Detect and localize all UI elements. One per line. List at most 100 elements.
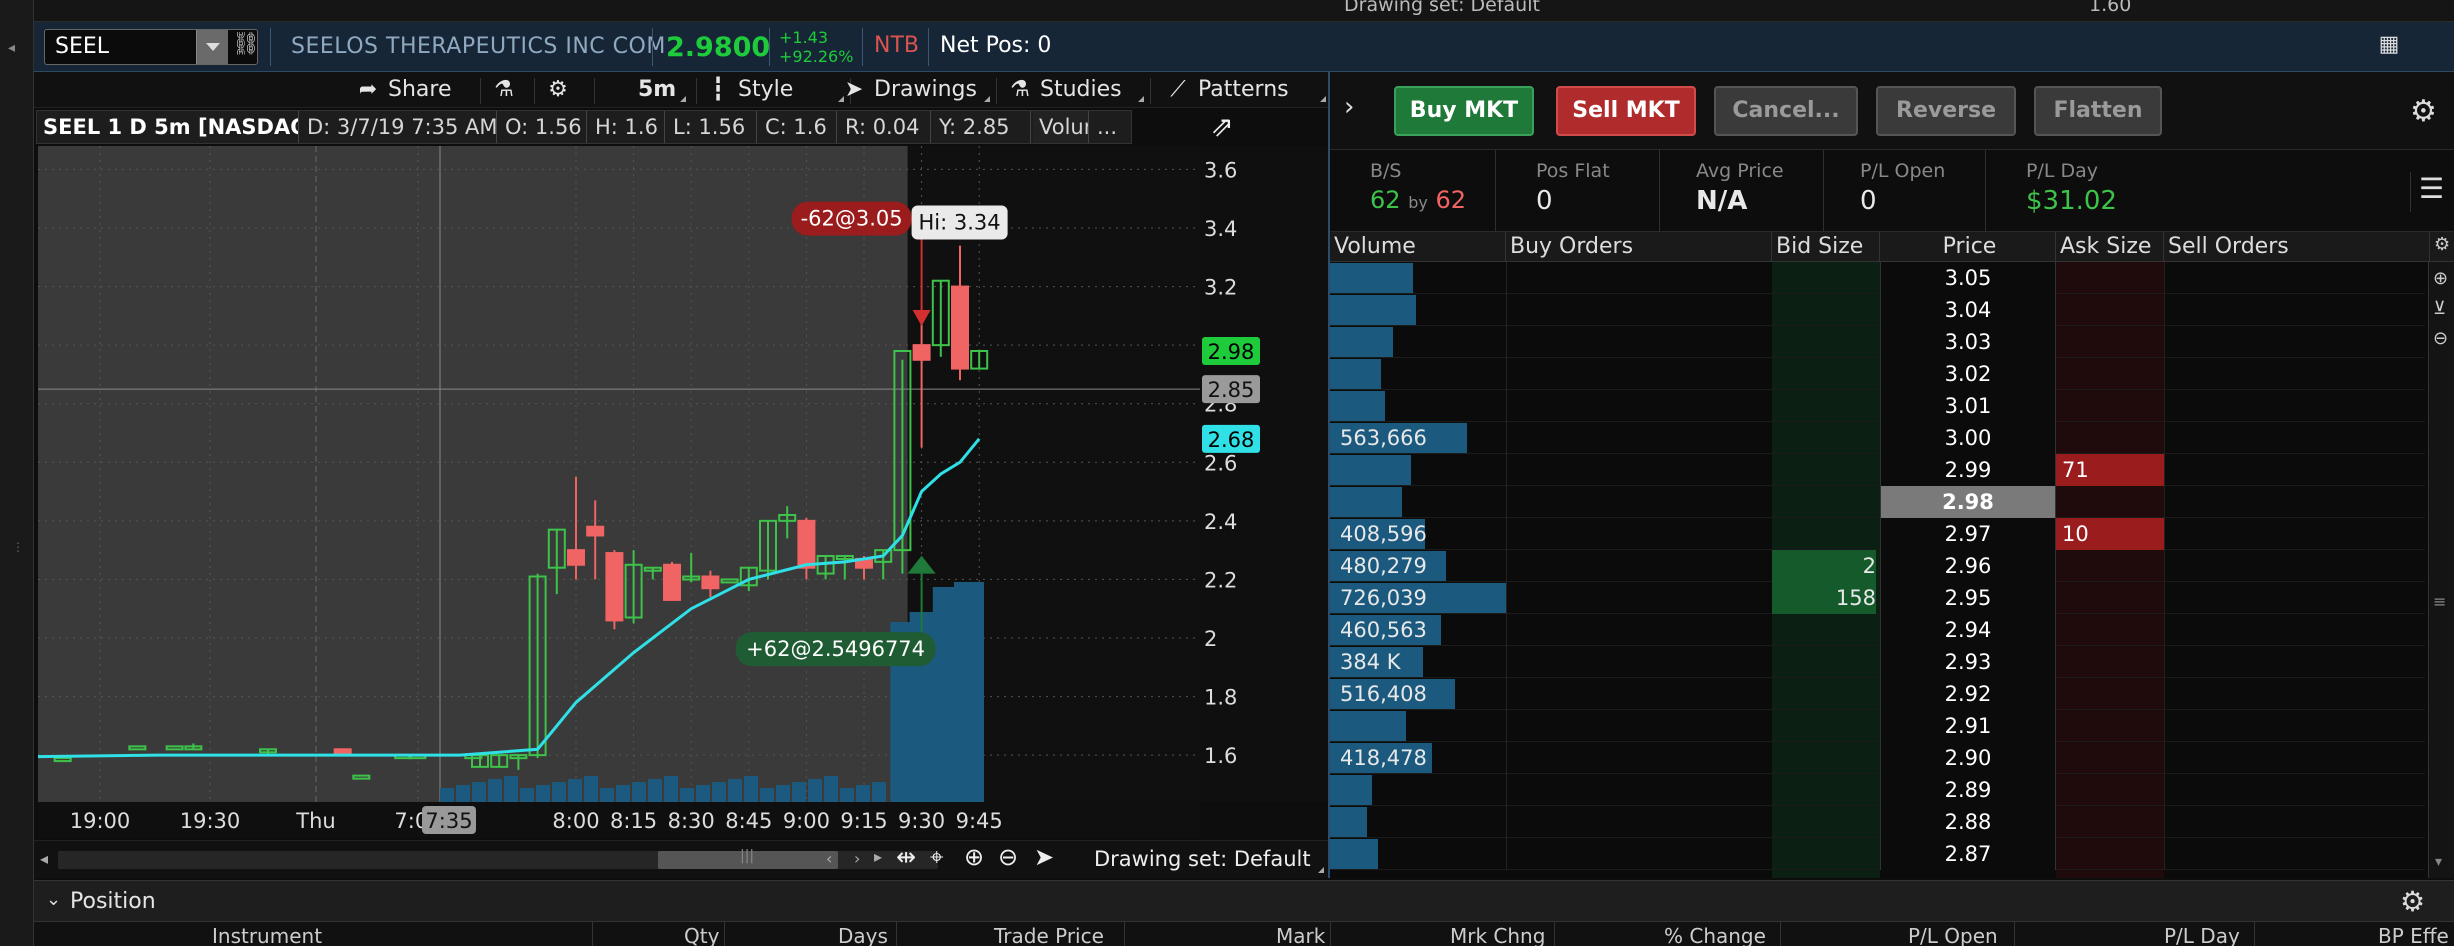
bid-size-cell[interactable]: [1772, 486, 1876, 518]
buy-orders-cell[interactable]: [1506, 550, 1772, 582]
col-bp-effect[interactable]: BP Effe: [2378, 924, 2449, 946]
scroll-left-icon[interactable]: ◂: [40, 849, 48, 868]
gear-icon[interactable]: ⚙: [2410, 94, 2437, 129]
sell-orders-cell[interactable]: [2164, 646, 2426, 678]
ask-size-cell[interactable]: [2056, 742, 2164, 774]
col-volume[interactable]: Volume: [1330, 232, 1506, 262]
buy-orders-cell[interactable]: [1506, 774, 1772, 806]
sell-orders-cell[interactable]: [2164, 262, 2426, 294]
price-cell[interactable]: 3.05: [1880, 262, 2056, 294]
chart-scrollbar[interactable]: |||: [58, 848, 938, 869]
ask-size-cell[interactable]: [2056, 838, 2164, 870]
buy-orders-cell[interactable]: [1506, 358, 1772, 390]
price-cell[interactable]: 3.03: [1880, 326, 2056, 358]
remove-icon[interactable]: ⊖: [2433, 328, 2448, 349]
bid-size-cell[interactable]: [1772, 358, 1876, 390]
sell-orders-cell[interactable]: [2164, 326, 2426, 358]
ask-size-cell[interactable]: [2056, 422, 2164, 454]
cancel-button[interactable]: Cancel...: [1714, 86, 1858, 136]
buy-orders-cell[interactable]: [1506, 742, 1772, 774]
ladder-row[interactable]: 480,279 2 2.96: [1330, 550, 2425, 582]
settings-button[interactable]: ⚙: [544, 76, 578, 104]
bid-size-cell[interactable]: [1772, 678, 1876, 710]
bid-size-cell[interactable]: [1772, 806, 1876, 838]
col-bid-size[interactable]: Bid Size: [1772, 232, 1880, 262]
sell-orders-cell[interactable]: [2164, 710, 2426, 742]
buy-orders-cell[interactable]: [1506, 614, 1772, 646]
crosshair-icon[interactable]: ⌖: [930, 843, 944, 871]
price-axis[interactable]: 3.63.43.232.82.62.42.221.81.62.982.852.6…: [1200, 146, 1328, 802]
resize-grip-icon[interactable]: ⋮: [12, 540, 24, 554]
col-pl-day[interactable]: P/L Day: [2164, 924, 2240, 946]
time-axis[interactable]: 19:00 19:30 Thu 7:05 8:00 8:15 8:30 8:45 9:00 9:1…: [38, 802, 1200, 838]
price-cell[interactable]: 2.91: [1880, 710, 2056, 742]
buy-orders-cell[interactable]: [1506, 422, 1772, 454]
bid-size-cell[interactable]: [1772, 838, 1876, 870]
price-chart[interactable]: -62@3.05 Hi: 3.34 +62@2.5496774: [38, 146, 1200, 802]
bid-size-cell[interactable]: [1772, 518, 1876, 550]
buy-orders-cell[interactable]: [1506, 454, 1772, 486]
ask-size-cell[interactable]: 10: [2056, 518, 2164, 550]
col-ask-size[interactable]: Ask Size: [2056, 232, 2164, 262]
collapse-chevron-icon[interactable]: ›: [1344, 92, 1354, 122]
ladder-row[interactable]: 516,408 2.92: [1330, 678, 2425, 710]
ladder-row[interactable]: 2.88: [1330, 806, 2425, 838]
bid-size-cell[interactable]: [1772, 262, 1876, 294]
sell-orders-cell[interactable]: [2164, 774, 2426, 806]
drawings-button[interactable]: ➤ Drawings: [840, 76, 977, 104]
ask-size-cell[interactable]: [2056, 294, 2164, 326]
price-cell[interactable]: 2.90: [1880, 742, 2056, 774]
col-mrk-chng[interactable]: Mrk Chng: [1450, 924, 1545, 946]
drawing-set-selector[interactable]: Drawing set: Default: [1094, 847, 1311, 871]
sell-orders-cell[interactable]: [2164, 422, 2426, 454]
ladder-row[interactable]: 3.05: [1330, 262, 2425, 294]
price-cell[interactable]: 2.95: [1880, 582, 2056, 614]
sell-orders-cell[interactable]: [2164, 678, 2426, 710]
buy-orders-cell[interactable]: [1506, 646, 1772, 678]
collapse-chevron-icon[interactable]: ⌄: [46, 889, 61, 910]
ladder-row[interactable]: 2.91: [1330, 710, 2425, 742]
sell-orders-cell[interactable]: [2164, 486, 2426, 518]
ladder-row[interactable]: 2.89: [1330, 774, 2425, 806]
bid-size-cell[interactable]: [1772, 774, 1876, 806]
collapse-arrow-icon[interactable]: ◂: [8, 40, 15, 56]
sell-orders-cell[interactable]: [2164, 742, 2426, 774]
buy-orders-cell[interactable]: [1506, 486, 1772, 518]
bid-size-cell[interactable]: [1772, 742, 1876, 774]
ladder-row[interactable]: 3.02: [1330, 358, 2425, 390]
price-cell[interactable]: 2.87: [1880, 838, 2056, 870]
price-cell[interactable]: 3.01: [1880, 390, 2056, 422]
more-info[interactable]: ...: [1091, 111, 1131, 143]
ladder-row[interactable]: 408,596 2.97 10: [1330, 518, 2425, 550]
sell-orders-cell[interactable]: [2164, 358, 2426, 390]
scroll-down-icon[interactable]: ▾: [2435, 854, 2442, 870]
sell-orders-cell[interactable]: [2164, 550, 2426, 582]
buy-mkt-button[interactable]: Buy MKT: [1394, 86, 1534, 136]
scroll-next-icon[interactable]: ›: [854, 849, 860, 868]
buy-orders-cell[interactable]: [1506, 518, 1772, 550]
price-cell[interactable]: 2.96: [1880, 550, 2056, 582]
ladder-row[interactable]: 460,563 2.94: [1330, 614, 2425, 646]
price-cell[interactable]: 2.93: [1880, 646, 2056, 678]
sell-orders-cell[interactable]: [2164, 454, 2426, 486]
ask-size-cell[interactable]: 71: [2056, 454, 2164, 486]
buy-orders-cell[interactable]: [1506, 390, 1772, 422]
ladder-row[interactable]: 3.01: [1330, 390, 2425, 422]
ladder-row[interactable]: 726,039 158 2.95: [1330, 582, 2425, 614]
zoom-in-icon[interactable]: ⊕: [964, 843, 984, 871]
sell-orders-cell[interactable]: [2164, 838, 2426, 870]
symbol-dropdown-button[interactable]: [196, 30, 228, 64]
buy-orders-cell[interactable]: [1506, 806, 1772, 838]
ask-size-cell[interactable]: [2056, 390, 2164, 422]
buy-orders-cell[interactable]: [1506, 262, 1772, 294]
ask-size-cell[interactable]: [2056, 582, 2164, 614]
flatten-button[interactable]: Flatten: [2034, 86, 2162, 136]
share-button[interactable]: ➦ Share: [354, 76, 452, 104]
buy-orders-cell[interactable]: [1506, 838, 1772, 870]
col-trade-price[interactable]: Trade Price: [994, 924, 1104, 946]
bid-size-cell[interactable]: [1772, 454, 1876, 486]
bid-size-cell[interactable]: [1772, 422, 1876, 454]
ask-size-cell[interactable]: [2056, 550, 2164, 582]
price-cell[interactable]: 2.94: [1880, 614, 2056, 646]
position-panel-header[interactable]: ⌄ Position ⚙: [34, 880, 2454, 922]
